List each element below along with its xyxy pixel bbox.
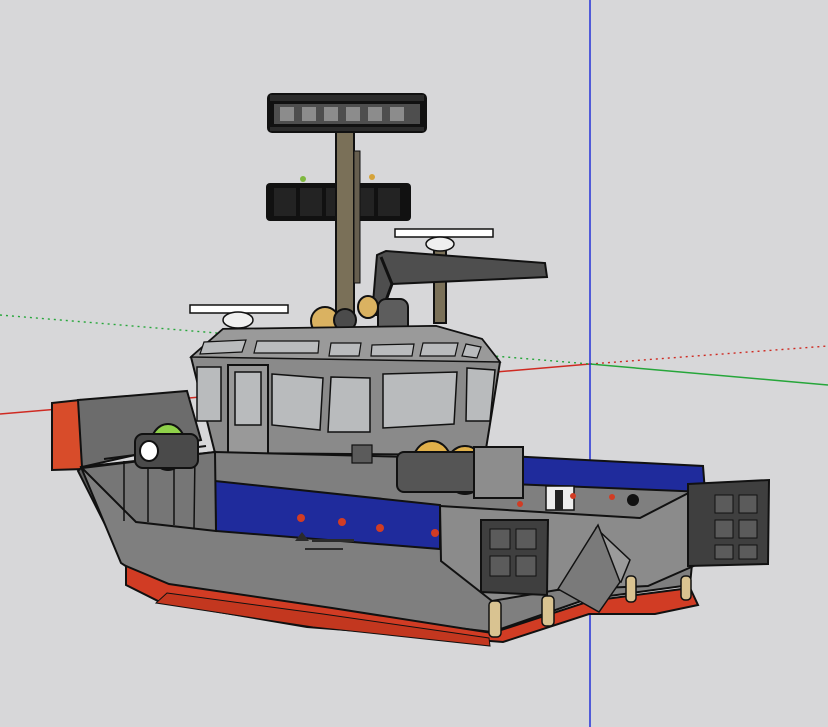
red-axis-right: [589, 345, 828, 365]
green-axis-right: [589, 363, 828, 386]
mast-assembly: [335, 131, 447, 324]
3d-scene[interactable]: [0, 0, 828, 727]
upper-light-bar: [267, 93, 427, 133]
modeling-viewport[interactable]: [0, 0, 828, 727]
wheelhouse: [189, 324, 502, 462]
